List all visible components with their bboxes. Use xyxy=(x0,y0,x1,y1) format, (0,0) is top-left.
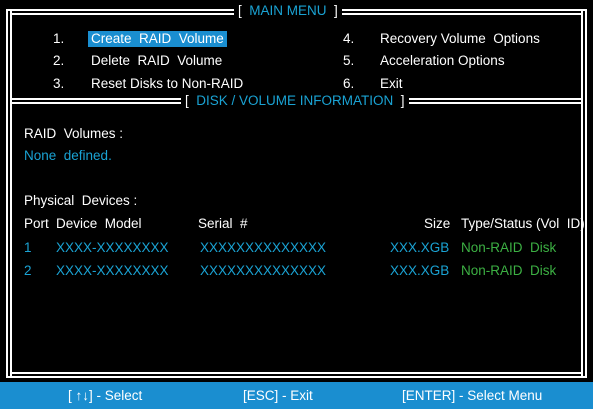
menu-item-recovery-volume-options[interactable]: Recovery Volume Options xyxy=(380,31,540,47)
device-size: XXX.XGB xyxy=(390,240,450,255)
col-serial: Serial # xyxy=(198,216,248,231)
device-model: XXXX-XXXXXXXX xyxy=(56,240,169,255)
menu-item-reset-disks[interactable]: Reset Disks to Non-RAID xyxy=(91,76,243,92)
frame-bottom-inner xyxy=(10,372,583,374)
frame-left-outer xyxy=(6,9,8,378)
frame-right-outer xyxy=(585,9,587,378)
status-select-hint: [ ↑↓] - Select xyxy=(68,388,143,403)
menu-item-3-num: 3. xyxy=(53,76,65,91)
device-port: 1 xyxy=(24,240,32,255)
col-size: Size xyxy=(424,216,451,231)
menu-item-2-num: 2. xyxy=(53,53,65,68)
status-bar: [ ↑↓] - Select [ESC] - Exit [ENTER] - Se… xyxy=(0,382,593,409)
col-device-model: Device Model xyxy=(56,216,142,231)
menu-item-delete-raid-volume[interactable]: Delete RAID Volume xyxy=(91,53,222,69)
frame-right-inner xyxy=(581,9,583,378)
info-title: [ DISK / VOLUME INFORMATION ] xyxy=(181,93,409,109)
device-type: Non-RAID Disk xyxy=(461,240,557,255)
menu-item-acceleration-options[interactable]: Acceleration Options xyxy=(380,53,505,69)
menu-item-6-num: 6. xyxy=(343,76,355,91)
main-menu-title: [ MAIN MENU ] xyxy=(234,3,342,19)
raid-volumes-label: RAID Volumes : xyxy=(24,126,124,141)
frame-bottom-outer xyxy=(6,376,587,378)
device-serial: XXXXXXXXXXXXXX xyxy=(200,263,327,278)
status-enter-hint: [ENTER] - Select Menu xyxy=(402,388,543,403)
physical-devices-label: Physical Devices : xyxy=(24,193,138,208)
col-type-status: Type/Status (Vol ID) xyxy=(461,216,585,231)
menu-item-exit[interactable]: Exit xyxy=(380,76,403,92)
menu-item-1-num: 1. xyxy=(53,31,65,46)
device-serial: XXXXXXXXXXXXXX xyxy=(200,240,327,255)
device-model: XXXX-XXXXXXXX xyxy=(56,263,169,278)
menu-item-create-raid-volume[interactable]: Create RAID Volume xyxy=(88,31,227,47)
col-port: Port xyxy=(24,216,49,231)
raid-volumes-value: None defined. xyxy=(24,148,112,163)
frame-left-inner xyxy=(10,9,12,378)
device-type: Non-RAID Disk xyxy=(461,263,557,278)
device-size: XXX.XGB xyxy=(390,263,450,278)
menu-item-4-num: 4. xyxy=(343,31,355,46)
status-exit-hint: [ESC] - Exit xyxy=(243,388,313,403)
device-port: 2 xyxy=(24,263,32,278)
menu-item-5-num: 5. xyxy=(343,53,355,68)
